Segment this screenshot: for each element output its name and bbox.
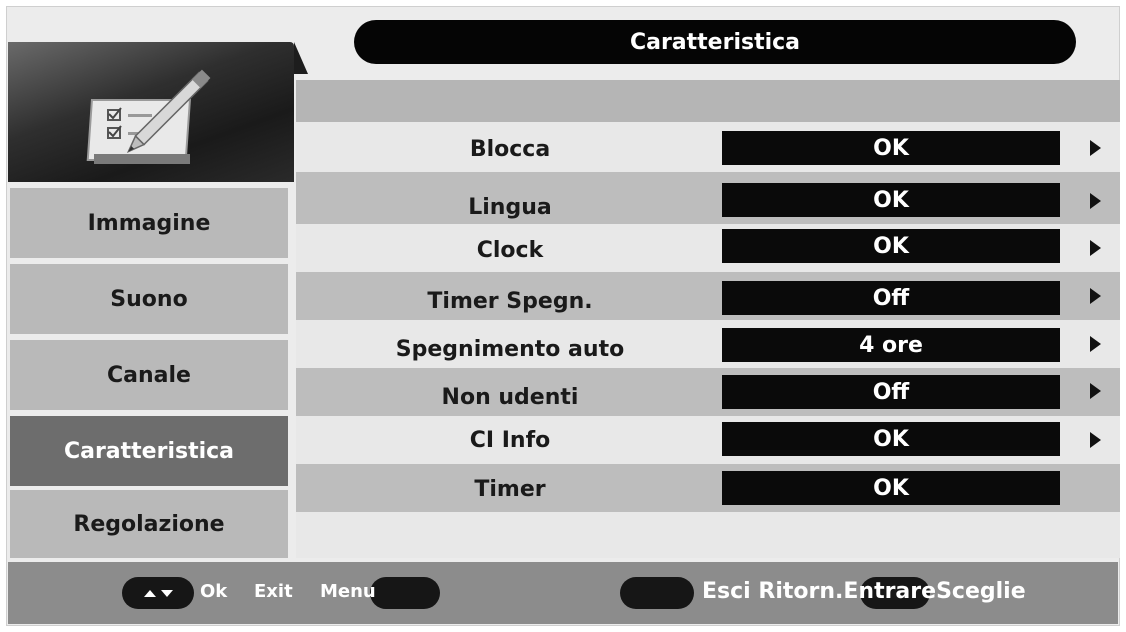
- sidebar-item-regolazione[interactable]: Regolazione: [10, 490, 288, 558]
- sidebar-item-label: Immagine: [87, 210, 211, 236]
- value-text: OK: [873, 135, 909, 161]
- setting-label-clock: Clock: [476, 238, 544, 263]
- footer-bar: Ok Exit Menu Esci Ritorn.EntrareSceglie: [8, 562, 1118, 624]
- setting-value-non-udenti[interactable]: Off: [722, 375, 1060, 409]
- setting-value-blocca[interactable]: OK: [722, 131, 1060, 165]
- icon-panel-tab: [294, 42, 308, 74]
- setting-value-spegnimento-auto[interactable]: 4 ore: [722, 328, 1060, 362]
- arrow-up-icon: [143, 589, 156, 597]
- setting-label-lingua: Lingua: [468, 195, 552, 220]
- value-text: OK: [873, 233, 909, 259]
- setting-value-ci-info[interactable]: OK: [722, 422, 1060, 456]
- sidebar-item-label: Caratteristica: [63, 438, 235, 464]
- footer-menu-label: Menu: [320, 581, 376, 602]
- setting-value-clock[interactable]: OK: [722, 229, 1060, 263]
- sidebar-item-suono[interactable]: Suono: [10, 264, 288, 334]
- setting-value-lingua[interactable]: OK: [722, 183, 1060, 217]
- footer-entrare-label: Entrare: [843, 579, 937, 604]
- sidebar-item-immagine[interactable]: Immagine: [10, 188, 288, 258]
- setting-label-timer-spegn: Timer Spegn.: [427, 289, 593, 314]
- value-text: Off: [872, 379, 910, 405]
- footer-hint-text: Esci Ritorn.EntrareSceglie: [702, 579, 1026, 604]
- footer-ritorn-label: Ritorn.: [758, 579, 844, 604]
- footer-sceglie-label: Sceglie: [936, 579, 1026, 604]
- nav-updown-key[interactable]: [122, 577, 194, 609]
- settings-header-band: [296, 80, 1120, 122]
- setting-value-timer-spegn[interactable]: Off: [722, 281, 1060, 315]
- checklist-pencil-icon: [86, 69, 211, 164]
- footer-exit-label: Exit: [254, 581, 293, 602]
- sidebar-item-label: Suono: [110, 286, 188, 312]
- right-arrow-icon[interactable]: [1090, 193, 1101, 209]
- value-text: OK: [873, 426, 909, 452]
- menu-title-text: Caratteristica: [629, 29, 801, 55]
- setting-label-non-udenti: Non udenti: [441, 385, 579, 410]
- setting-label-ci-info: CI Info: [469, 428, 551, 453]
- value-text: OK: [873, 187, 909, 213]
- right-arrow-icon[interactable]: [1090, 336, 1101, 352]
- setting-label-blocca: Blocca: [469, 137, 551, 162]
- right-arrow-icon[interactable]: [1090, 140, 1101, 156]
- setting-label-spegnimento-auto: Spegnimento auto: [395, 337, 625, 362]
- menu-key[interactable]: [370, 577, 440, 609]
- sidebar-item-label: Regolazione: [73, 511, 225, 537]
- right-arrow-icon[interactable]: [1090, 240, 1101, 256]
- right-arrow-icon[interactable]: [1090, 383, 1101, 399]
- sidebar-item-caratteristica[interactable]: Caratteristica: [10, 416, 288, 486]
- footer-esci-label: Esci: [702, 579, 751, 604]
- value-text: OK: [873, 475, 909, 501]
- right-arrow-icon[interactable]: [1090, 288, 1101, 304]
- arrow-down-icon: [160, 589, 173, 597]
- feature-icon-panel: [8, 42, 294, 182]
- setting-label-timer: Timer: [474, 477, 546, 502]
- esci-key[interactable]: [620, 577, 694, 609]
- sidebar-item-canale[interactable]: Canale: [10, 340, 288, 410]
- footer-ok-label: Ok: [200, 581, 228, 602]
- value-text: 4 ore: [859, 332, 923, 358]
- setting-value-timer[interactable]: OK: [722, 471, 1060, 505]
- sidebar-item-label: Canale: [107, 362, 191, 388]
- right-arrow-icon[interactable]: [1090, 432, 1101, 448]
- menu-title: Caratteristica: [354, 20, 1076, 64]
- value-text: Off: [872, 285, 910, 311]
